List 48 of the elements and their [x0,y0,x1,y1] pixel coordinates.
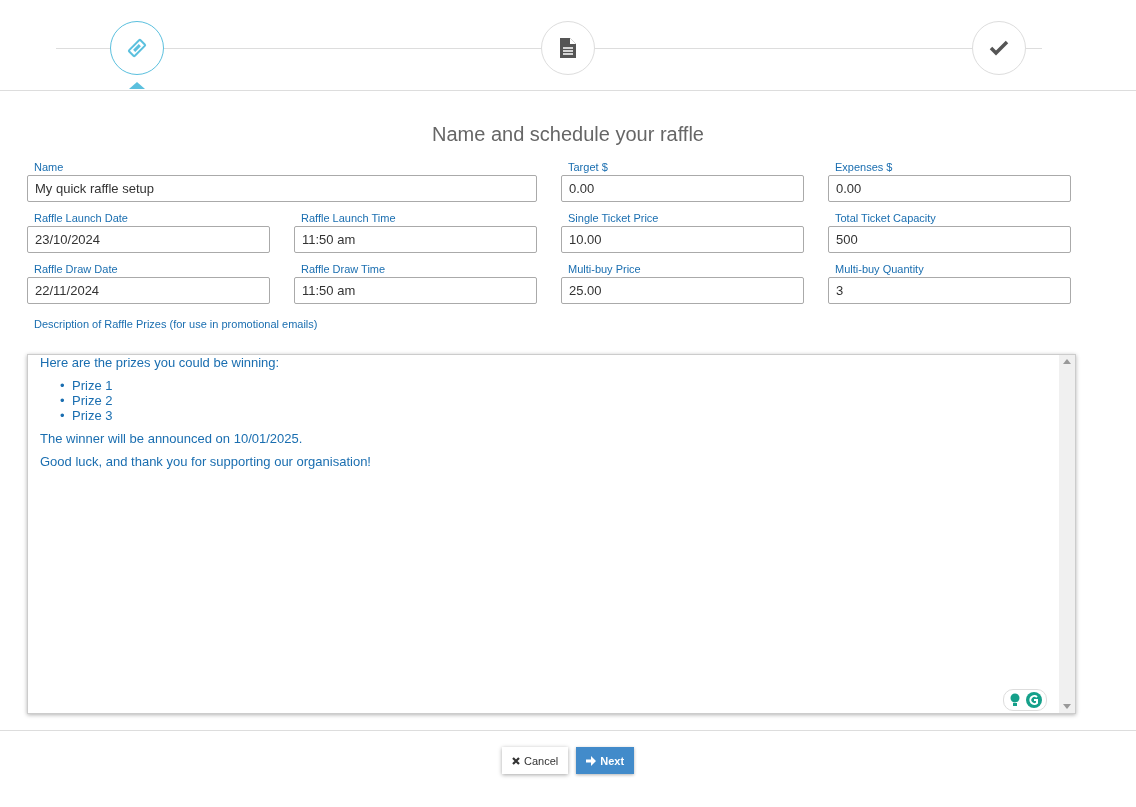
field-label: Raffle Draw Time [300,263,387,275]
input-field[interactable]: 11:50 am [294,226,537,253]
field-label: Raffle Launch Date [33,212,129,224]
field-label: Description of Raffle Prizes (for use in promotional emails) [34,318,319,330]
field-label: Target $ [567,161,609,173]
input-field[interactable]: 10.00 [561,226,804,253]
document-icon [559,37,577,59]
field-label: Multi-buy Price [567,263,642,275]
input-field[interactable]: 22/11/2024 [27,277,270,304]
field-label: Name [33,161,65,173]
input-field[interactable]: 3 [828,277,1071,304]
input-field[interactable]: 25.00 [561,277,804,304]
cancel-button[interactable]: Cancel [501,747,569,774]
assistant-drawing[interactable] [1003,689,1047,711]
field-label: Expenses $ [834,161,894,173]
scroll-down-icon[interactable] [1063,704,1071,709]
input-field[interactable]: 11:50 am [294,277,537,304]
step-button[interactable] [972,21,1026,75]
ticket-icon [126,37,148,59]
step-pointer [129,82,145,89]
paragraph: Good luck, and thank you for supporting our organisation! [40,454,372,469]
next-button[interactable]: Next [576,747,635,774]
input-field[interactable]: 23/10/2024 [27,226,270,253]
list-item: Prize 3 [72,408,113,423]
paragraph: The winner will be announced on 10/01/2025. [40,431,304,446]
field-label: Multi-buy Quantity [834,263,925,275]
page-title: Name and schedule your raffle [431,123,705,145]
input-field[interactable]: 0.00 [828,175,1071,202]
list-item: Prize 1 [72,378,113,393]
input-field[interactable]: My quick raffle setup [27,175,537,202]
scroll-up-icon[interactable] [1063,359,1071,364]
list-item: Prize 2 [72,393,113,408]
close-icon [511,756,520,765]
paragraph: Here are the prizes you could be winning: [40,355,281,370]
check-icon [989,40,1009,56]
step-button[interactable] [541,21,595,75]
field-label: Raffle Draw Date [33,263,119,275]
field-label: Raffle Launch Time [300,212,397,224]
scrollbar[interactable] [1059,355,1075,713]
input-field[interactable]: 0.00 [561,175,804,202]
rich-text-editor[interactable]: Here are the prizes you could be winning: • Prize 1 • Prize 2 • Prize 3 The winner will be announced on 10/01/2025. Good luck, and thank you for supporting our organisation! [27,354,1076,714]
bullet: • [60,378,66,393]
field-label: Total Ticket Capacity [834,212,937,224]
arrow-icon [586,755,597,766]
input-field[interactable]: 500 [828,226,1071,253]
bullet: • [60,393,66,408]
bullet: • [60,408,66,423]
field-label: Single Ticket Price [567,212,660,224]
